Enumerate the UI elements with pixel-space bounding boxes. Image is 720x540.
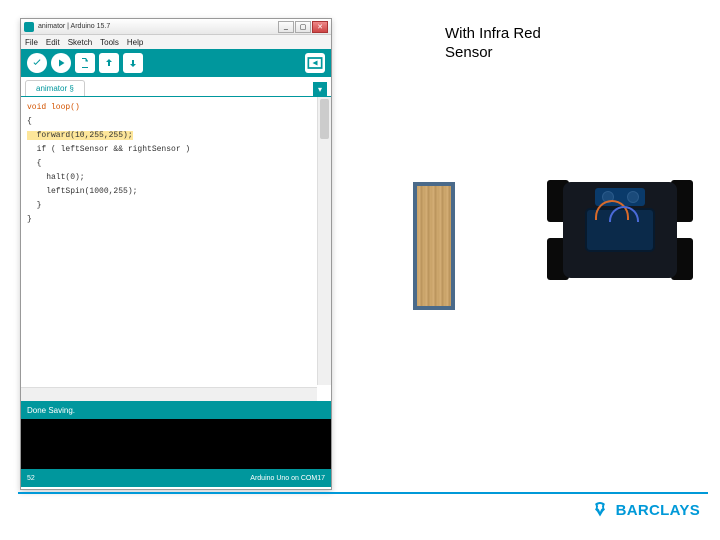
maximize-button[interactable]: ▢ [295,21,311,33]
menu-help[interactable]: Help [127,38,143,47]
code-line-highlighted: forward(10,255,255); [27,131,133,140]
serial-monitor-button[interactable] [305,53,325,73]
serial-icon [305,53,325,73]
wires-icon [589,204,649,234]
arduino-ide-window: animator | Arduino 15.7 _ ▢ ✕ File Edit … [20,18,332,490]
status-bar: Done Saving. [21,401,331,419]
close-button[interactable]: ✕ [312,21,328,33]
code-line: void loop() [27,103,80,112]
line-number: 52 [27,475,35,482]
menu-bar: File Edit Sketch Tools Help [21,35,331,49]
app-icon [24,22,34,32]
caption-line2: Sensor [445,44,541,63]
menu-edit[interactable]: Edit [46,38,60,47]
code-line: } [27,213,325,227]
verify-button[interactable] [27,53,47,73]
code-line: halt(0); [27,171,325,185]
minimize-button[interactable]: _ [278,21,294,33]
brand-logo: BARCLAYS [590,500,700,520]
arrow-down-icon [127,57,139,69]
save-button[interactable] [123,53,143,73]
toolbar [21,49,331,77]
code-line: leftSpin(1000,255); [27,185,325,199]
horizontal-scrollbar[interactable] [21,387,317,401]
console-output[interactable] [21,419,331,469]
menu-tools[interactable]: Tools [100,38,119,47]
sketch-tab[interactable]: animator § [25,80,85,96]
menu-sketch[interactable]: Sketch [68,38,92,47]
vertical-scrollbar[interactable] [317,97,331,385]
window-titlebar[interactable]: animator | Arduino 15.7 _ ▢ ✕ [21,19,331,35]
robot-image [545,174,695,286]
board-info: Arduino Uno on COM17 [250,475,325,482]
menu-file[interactable]: File [25,38,38,47]
file-icon [79,57,91,69]
code-editor[interactable]: void loop() { forward(10,255,255); if ( … [21,97,331,401]
arrow-right-icon [55,57,67,69]
window-title: animator | Arduino 15.7 [38,23,278,30]
arrow-up-icon [103,57,115,69]
upload-button[interactable] [51,53,71,73]
footer-bar: 52 Arduino Uno on COM17 [21,469,331,487]
status-text: Done Saving. [27,406,75,415]
code-line: { [27,115,325,129]
barclays-eagle-icon [590,500,610,520]
divider-line [18,492,708,494]
brand-name: BARCLAYS [616,502,700,519]
caption-line1: With Infra Red [445,25,541,44]
wood-plank-image [413,182,455,310]
slide-caption: With Infra Red Sensor [445,25,541,63]
window-controls: _ ▢ ✕ [278,21,328,33]
code-line: } [27,199,325,213]
open-button[interactable] [99,53,119,73]
tab-menu-button[interactable]: ▾ [313,82,327,96]
sensor-eye-icon [627,191,639,203]
code-line: { [27,157,325,171]
check-icon [31,57,43,69]
new-button[interactable] [75,53,95,73]
code-line: if ( leftSensor && rightSensor ) [27,143,325,157]
tab-bar: animator § ▾ [21,77,331,97]
